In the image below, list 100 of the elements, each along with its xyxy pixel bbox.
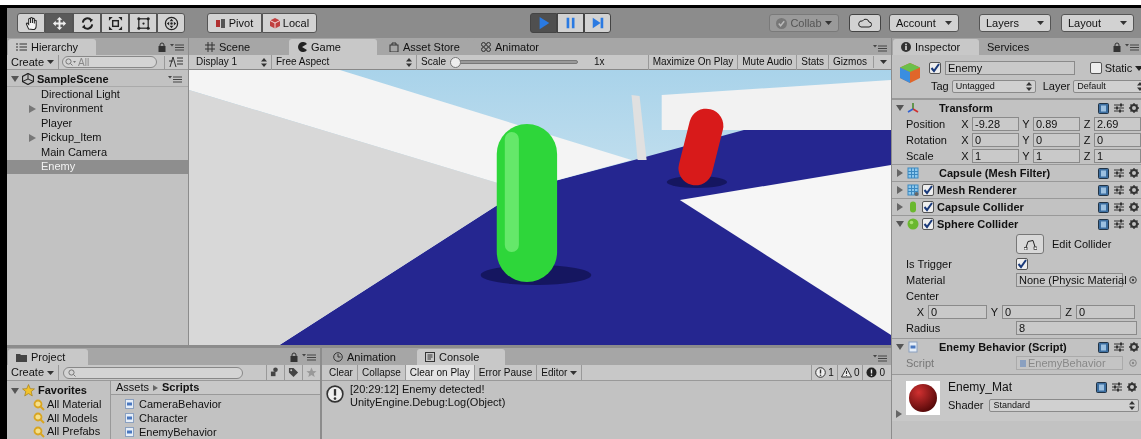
foldout-icon[interactable] — [896, 203, 904, 211]
rect-tool-button[interactable] — [129, 13, 157, 33]
number-field[interactable]: 8 — [1016, 321, 1137, 335]
local-button[interactable]: Local — [262, 13, 317, 33]
number-field[interactable]: 1 — [1094, 149, 1141, 163]
account-dropdown[interactable]: Account — [889, 14, 959, 32]
preset-icon — [1114, 342, 1124, 352]
foldout-icon[interactable] — [896, 343, 904, 351]
number-field[interactable]: 1 — [1033, 149, 1080, 163]
warning-filter-button[interactable]: 0 — [836, 365, 863, 380]
field-label: Center — [906, 290, 940, 302]
rotate-tool-button[interactable] — [73, 13, 101, 33]
toggle-button[interactable]: Clear — [325, 365, 358, 380]
checkbox[interactable] — [929, 62, 941, 74]
foldout-icon[interactable] — [11, 75, 19, 83]
favorites-item[interactable]: All Models — [7, 411, 110, 425]
shader-dropdown[interactable]: Standard — [989, 399, 1140, 412]
gear-icon — [1127, 382, 1138, 392]
help-icon — [1098, 201, 1109, 213]
number-field[interactable]: 0 — [1094, 133, 1141, 147]
hierarchy-item[interactable]: Directional Light — [7, 87, 188, 102]
scale-tool-button[interactable] — [101, 13, 129, 33]
toggle-button[interactable]: Mute Audio — [737, 54, 797, 70]
foldout-icon[interactable] — [896, 104, 904, 112]
edit-collider-button[interactable] — [1016, 234, 1044, 254]
pause-button[interactable] — [557, 13, 584, 33]
toggle-button[interactable]: Maximize On Play — [647, 54, 738, 70]
layer-dropdown[interactable]: Default — [1073, 80, 1141, 93]
scale-slider[interactable] — [450, 56, 578, 68]
hierarchy-item[interactable]: Environment — [7, 101, 188, 116]
toggle-button[interactable]: Collapse — [357, 365, 406, 380]
hierarchy-item[interactable]: Player — [7, 116, 188, 131]
toggle-button[interactable]: Stats — [796, 54, 829, 70]
number-field[interactable]: 0 — [928, 305, 987, 319]
inspector-tab[interactable]: Inspector — [893, 39, 979, 55]
number-field[interactable]: 0 — [1076, 305, 1135, 319]
hierarchy-filter-button[interactable] — [164, 55, 186, 69]
number-field[interactable]: 2.69 — [1094, 117, 1141, 131]
toggle-button[interactable]: Clear on Play — [405, 365, 475, 380]
field-label: Script — [906, 357, 936, 369]
checkbox[interactable] — [922, 201, 934, 213]
transform-tool-icon — [163, 15, 179, 31]
number-field[interactable]: -9.28 — [972, 117, 1019, 131]
preset-icon — [1114, 185, 1124, 195]
sphere-icon — [907, 218, 919, 230]
console-tab[interactable]: Console — [417, 349, 505, 365]
toggle-button[interactable]: Error Pause — [474, 365, 538, 380]
hierarchy-icon — [168, 57, 183, 67]
name-field[interactable]: Enemy — [945, 61, 1075, 75]
info-filter-button[interactable]: 1 — [811, 365, 837, 380]
favorites-item[interactable]: All Material — [7, 398, 110, 412]
checkbox[interactable] — [922, 218, 934, 230]
layers-dropdown[interactable]: Layers — [979, 14, 1051, 32]
hierarchy-item[interactable]: Pickup_Item — [7, 130, 188, 145]
object-picker-icon[interactable] — [1129, 276, 1137, 284]
tag-dropdown[interactable]: Untagged — [951, 80, 1036, 93]
foldout-icon[interactable] — [896, 186, 904, 194]
create-dropdown[interactable]: Create — [7, 365, 60, 380]
checkbox[interactable] — [922, 184, 934, 196]
favorites-item[interactable]: All Prefabs — [7, 425, 110, 439]
number-field[interactable]: 0 — [972, 133, 1019, 147]
help-icon — [1098, 218, 1109, 230]
slider-thumb[interactable] — [450, 56, 461, 68]
hierarchy-item[interactable]: Main Camera — [7, 145, 188, 160]
script-file[interactable]: Character — [111, 411, 320, 425]
foldout-icon[interactable] — [895, 410, 903, 418]
step-button[interactable] — [584, 13, 611, 33]
create-dropdown[interactable]: Create — [7, 54, 60, 70]
cloud-button[interactable] — [849, 14, 881, 32]
project-tab[interactable]: Project — [8, 349, 88, 365]
breadcrumb-item[interactable]: Assets — [116, 382, 149, 393]
number-field[interactable]: 1 — [972, 149, 1019, 163]
hand-tool-button[interactable] — [17, 13, 45, 33]
foldout-icon[interactable] — [896, 220, 904, 228]
script-file[interactable]: EnemyBehavior — [111, 425, 320, 439]
breadcrumb-item[interactable]: Scripts — [162, 382, 200, 393]
transform-tool-button[interactable] — [157, 13, 185, 33]
display-dropdown[interactable]: Display 1 — [192, 54, 272, 70]
caret-icon — [47, 60, 55, 64]
search-field[interactable]: All — [62, 56, 158, 68]
number-field[interactable]: 0 — [1033, 133, 1080, 147]
help-icon — [1098, 341, 1109, 353]
move-tool-button[interactable] — [45, 13, 73, 33]
object-picker-icon — [1129, 359, 1137, 367]
game-tab[interactable]: Game — [289, 39, 377, 55]
editor-dropdown[interactable]: Editor — [537, 365, 583, 380]
gizmos-dropdown[interactable]: Gizmos — [828, 54, 891, 70]
checkbox[interactable] — [1089, 62, 1102, 74]
layout-dropdown[interactable]: Layout — [1061, 14, 1134, 32]
number-field[interactable]: 0 — [1002, 305, 1061, 319]
foldout-icon[interactable] — [896, 169, 904, 177]
number-field[interactable]: 0.89 — [1033, 117, 1080, 131]
pivot-button[interactable]: Pivot — [207, 13, 262, 33]
script-file[interactable]: CameraBehavior — [111, 397, 320, 411]
foldout-icon[interactable] — [11, 386, 19, 395]
error-filter-button[interactable]: 0 — [862, 365, 888, 380]
checkbox[interactable] — [1016, 258, 1028, 270]
search-field[interactable] — [63, 366, 244, 379]
hierarchy-tab[interactable]: Hierarchy — [8, 39, 96, 55]
aspect-dropdown[interactable]: Free Aspect — [272, 54, 417, 70]
